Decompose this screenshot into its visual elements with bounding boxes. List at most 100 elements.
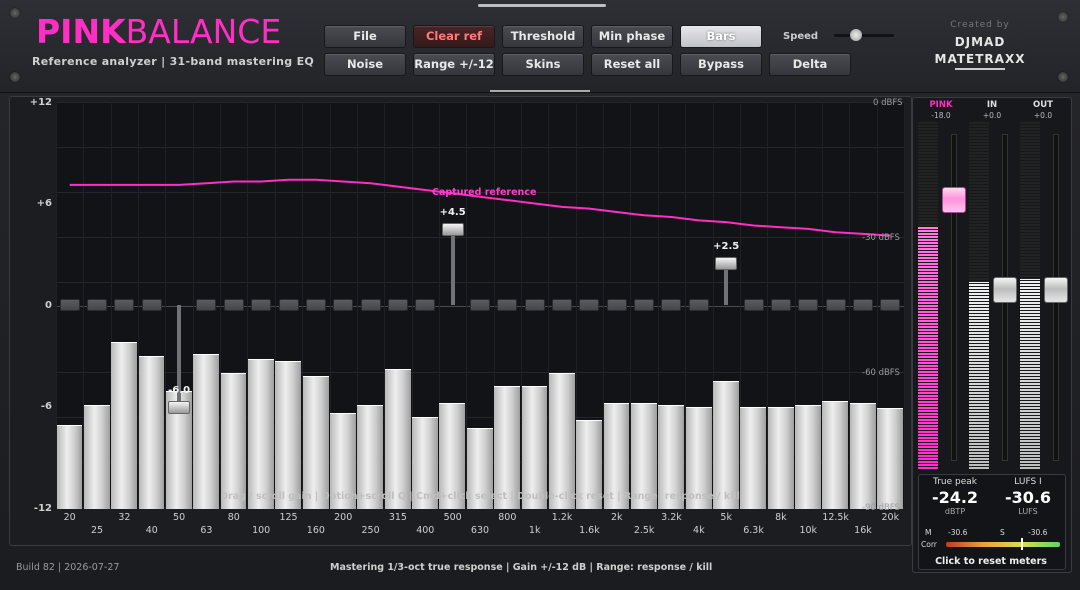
x-tick-label: 20 (63, 512, 76, 523)
header-divider (490, 90, 590, 92)
pink-fader[interactable] (942, 186, 966, 213)
grid-line (904, 102, 905, 508)
skins-button[interactable]: Skins (502, 53, 584, 76)
eq-band-handle[interactable] (114, 299, 135, 311)
x-tick-label: 1.6k (579, 525, 600, 536)
eq-band-handle[interactable] (470, 299, 490, 311)
x-tick-label: 125 (279, 512, 298, 523)
x-tick-label: 315 (388, 512, 407, 523)
brand-light: BALANCE (125, 12, 282, 51)
app-subtitle: Reference analyzer | 31-band mastering E… (32, 55, 315, 68)
y-tick-label: +12 (29, 97, 52, 108)
side-label: S (1000, 528, 1005, 537)
pinkbalance-window: PINKBALANCE Reference analyzer | 31-band… (0, 0, 1080, 590)
eq-band-handle[interactable] (880, 299, 901, 311)
mid-label: M (925, 528, 932, 537)
threshold-button[interactable]: Threshold (502, 25, 584, 48)
out-level-meter (1020, 122, 1040, 470)
band-stem (450, 228, 455, 305)
usage-hint: Drag / scroll gain | Option+scroll Q | C… (220, 491, 740, 502)
eq-band-handle[interactable] (552, 299, 573, 311)
eq-band-handle[interactable] (251, 299, 272, 311)
eq-band-handle[interactable] (59, 299, 80, 311)
noise-button[interactable]: Noise (324, 53, 406, 76)
bypass-button[interactable]: Bypass (680, 53, 762, 76)
author-underline (955, 68, 1005, 70)
in-level-meter (969, 122, 989, 470)
eq-band-handle[interactable] (278, 299, 299, 311)
speed-slider[interactable] (834, 34, 894, 37)
band-gain-label: +2.5 (713, 240, 740, 252)
eq-band-handle[interactable] (360, 299, 381, 311)
eq-band-handle[interactable] (87, 299, 108, 311)
pink-fader-track[interactable] (951, 134, 957, 461)
pink-meter-value: -18.0 (931, 111, 951, 120)
screw-icon (10, 72, 20, 82)
meter-segments (969, 122, 989, 470)
range-button[interactable]: Range +/-12 (413, 53, 495, 76)
lufs-unit: LUFS (1018, 507, 1038, 516)
x-tick-label: 4k (693, 525, 705, 536)
clear-ref-button[interactable]: Clear ref (413, 25, 495, 48)
y-tick-label: -12 (33, 503, 52, 514)
speed-slider-thumb[interactable] (850, 29, 862, 41)
eq-band-handle[interactable] (387, 299, 408, 311)
x-tick-label: 2.5k (633, 525, 655, 536)
in-fader[interactable] (993, 277, 1017, 304)
eq-band-handle[interactable] (168, 400, 191, 414)
screw-icon (1058, 12, 1068, 22)
corr-label: Corr (921, 540, 937, 549)
x-tick-label: 100 (252, 525, 271, 536)
eq-band-handle[interactable] (715, 256, 738, 270)
x-tick-label: 40 (145, 525, 158, 536)
x-tick-label: 63 (200, 525, 213, 536)
x-tick-label: 500 (443, 512, 462, 523)
screw-icon (10, 8, 20, 18)
eq-band-handle[interactable] (415, 299, 436, 311)
delta-button[interactable]: Delta (769, 53, 851, 76)
true-peak-value: -24.2 (931, 488, 979, 507)
dbfs-label: -60 dBFS (862, 368, 900, 378)
reset-meters-button[interactable]: Click to reset meters (918, 556, 1064, 567)
eq-band-handle[interactable] (825, 299, 846, 311)
y-tick-label: 0 (45, 300, 52, 311)
eq-band-handle[interactable] (497, 299, 518, 311)
eq-band-handle[interactable] (579, 299, 600, 311)
x-tick-label: 1k (528, 525, 541, 536)
x-tick-label: 2k (610, 512, 623, 523)
author-name-2: MATETRAXX (934, 52, 1026, 66)
x-tick-label: 32 (118, 512, 131, 523)
eq-band-handle[interactable] (798, 299, 819, 311)
file-button[interactable]: File (324, 25, 406, 48)
eq-band-handle[interactable] (852, 299, 873, 311)
eq-band-handle[interactable] (634, 299, 655, 311)
x-tick-label: 6.3k (743, 525, 764, 536)
eq-band-handle[interactable] (141, 299, 162, 311)
bars-button[interactable]: Bars (680, 25, 762, 48)
eq-band-handle[interactable] (688, 299, 709, 311)
out-fader[interactable] (1044, 277, 1068, 304)
x-tick-label: 50 (173, 512, 186, 523)
eq-band-handle[interactable] (305, 299, 326, 311)
correlation-meter (946, 542, 1060, 547)
reset-all-button[interactable]: Reset all (591, 53, 673, 76)
eq-band-handle[interactable] (606, 299, 627, 311)
eq-band-handle[interactable] (223, 299, 244, 311)
eq-band-handle[interactable] (661, 299, 682, 311)
eq-band-handle[interactable] (441, 222, 464, 236)
eq-band-handle[interactable] (770, 299, 791, 311)
x-tick-label: 200 (334, 512, 353, 523)
pink-level-meter (918, 122, 938, 470)
eq-band-handle[interactable] (743, 299, 764, 311)
x-tick-label: 1.2k (551, 512, 573, 523)
min-phase-button[interactable]: Min phase (591, 25, 673, 48)
eq-band-handle[interactable] (333, 299, 354, 311)
eq-band-handle[interactable] (524, 299, 545, 311)
y-tick-label: +6 (36, 198, 52, 209)
meter-segments (1020, 122, 1040, 470)
eq-band-handle[interactable] (196, 299, 217, 311)
top-handle (478, 4, 606, 7)
eq-graph[interactable]: -6.0 +4.5 +2.5 (56, 102, 905, 509)
in-meter-label: IN (986, 100, 998, 110)
band-gain-label: -6.0 (168, 384, 191, 396)
